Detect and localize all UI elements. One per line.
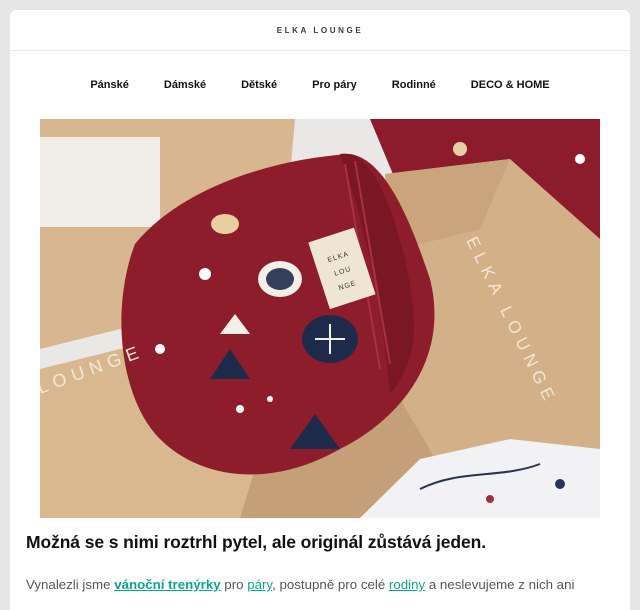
nav-item-detske[interactable]: Dětské [224,79,295,91]
hero-illustration: ELKA LOU NGE ELKA LOUNGE LOUNGE [40,119,600,518]
link-pary[interactable]: páry [247,577,272,592]
paragraph-text: pro [220,577,248,592]
nav-item-rodinne[interactable]: Rodinné [374,79,453,91]
paragraph-text: a neslevujeme z nich ani [425,577,575,592]
article-paragraph: Vynalezli jsme vánoční trenýrky pro páry… [26,575,616,595]
paragraph-text: , postupně pro celé [272,577,389,592]
nav-item-damske[interactable]: Dámské [146,79,223,91]
email-card: ELKA LOUNGE Pánské Dámské Dětské Pro pár… [10,10,630,610]
paragraph-text: Vynalezli jsme [26,577,115,592]
box-label [40,137,160,227]
link-rodiny[interactable]: rodiny [389,577,425,592]
category-nav: Pánské Dámské Dětské Pro páry Rodinné DE… [10,51,630,119]
brand-header: ELKA LOUNGE [10,10,630,51]
hero-image[interactable]: ELKA LOU NGE ELKA LOUNGE LOUNGE [40,119,600,518]
article-headline: Možná se s nimi roztrhl pytel, ale origi… [26,532,487,552]
link-vanocni-trenyrky[interactable]: vánoční trenýrky [114,577,220,592]
nav-item-deco-home[interactable]: DECO & HOME [453,79,567,91]
nav-item-pro-pary[interactable]: Pro páry [295,79,375,91]
brand-logo[interactable]: ELKA LOUNGE [277,26,364,35]
nav-item-panske[interactable]: Pánské [73,79,147,91]
